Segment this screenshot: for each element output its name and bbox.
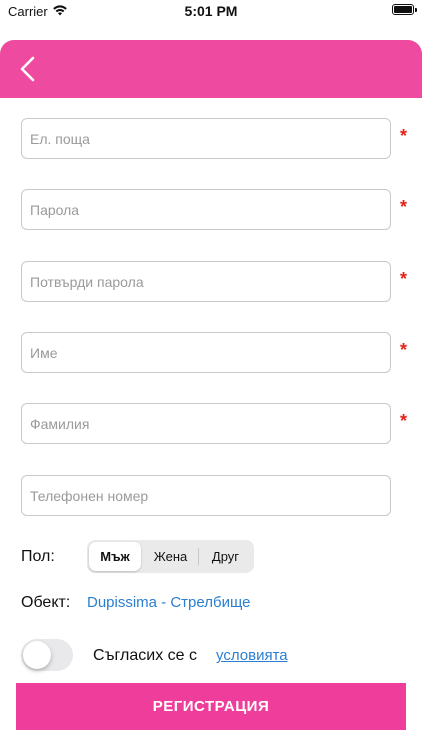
- header-bar: [0, 40, 422, 98]
- chevron-left-icon: [20, 56, 35, 82]
- phone-input[interactable]: [22, 476, 390, 515]
- object-label: Обект:: [21, 594, 71, 611]
- agree-text: Съгласих се с: [93, 647, 197, 664]
- last-name-required-marker: *: [400, 411, 408, 431]
- password-required-marker: *: [400, 197, 408, 217]
- confirm-password-required-marker: *: [400, 269, 408, 289]
- email-field[interactable]: [21, 118, 391, 159]
- gender-segmented-control[interactable]: Мъж Жена Друг: [87, 540, 254, 573]
- terms-toggle[interactable]: [21, 639, 73, 671]
- gender-option-other[interactable]: Друг: [199, 542, 252, 571]
- gender-label: Пол:: [21, 548, 55, 565]
- back-button[interactable]: [14, 50, 44, 88]
- password-input[interactable]: [22, 190, 390, 229]
- confirm-password-field[interactable]: [21, 261, 391, 302]
- email-input[interactable]: [22, 119, 390, 158]
- first-name-required-marker: *: [400, 340, 408, 360]
- register-button[interactable]: РЕГИСТРАЦИЯ: [16, 683, 406, 730]
- status-time: 5:01 PM: [184, 3, 238, 19]
- status-bar: Carrier 5:01 PM: [0, 0, 422, 40]
- battery-icon: [392, 4, 417, 15]
- object-link[interactable]: Dupissima - Стрелбище: [87, 594, 250, 611]
- password-field[interactable]: [21, 189, 391, 230]
- email-required-marker: *: [400, 126, 408, 146]
- last-name-input[interactable]: [22, 404, 390, 443]
- gender-option-female[interactable]: Жена: [143, 542, 198, 571]
- terms-link[interactable]: условията: [216, 647, 288, 664]
- toggle-knob: [23, 641, 51, 669]
- gender-option-male[interactable]: Мъж: [89, 542, 141, 571]
- phone-field[interactable]: [21, 475, 391, 516]
- confirm-password-input[interactable]: [22, 262, 390, 301]
- first-name-input[interactable]: [22, 333, 390, 372]
- first-name-field[interactable]: [21, 332, 391, 373]
- last-name-field[interactable]: [21, 403, 391, 444]
